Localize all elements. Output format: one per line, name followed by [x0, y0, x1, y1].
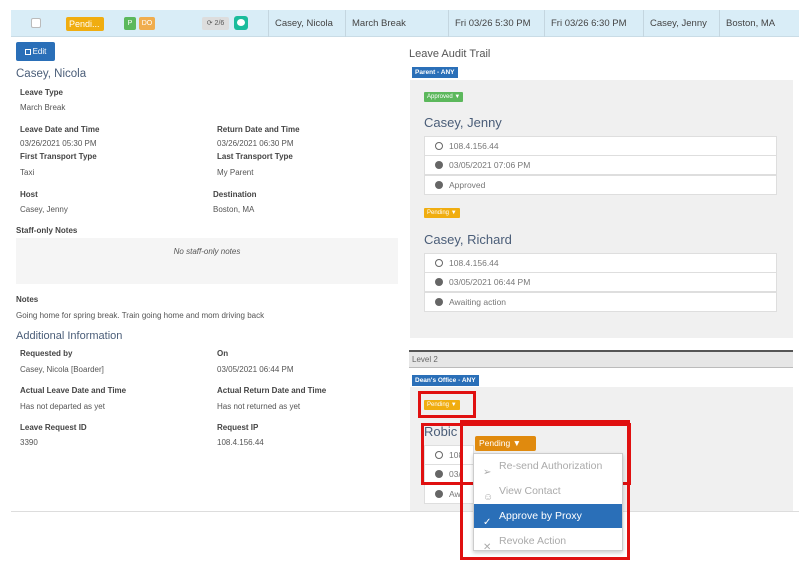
clock-icon — [435, 161, 443, 169]
info-icon — [435, 298, 443, 306]
status-badge[interactable]: Pendi... — [66, 17, 104, 31]
pending-dropdown-button[interactable]: Pending ▼ — [475, 436, 536, 451]
staff-notes-box: No staff-only notes — [16, 238, 398, 284]
caret-down-icon: ▼ — [454, 94, 461, 100]
crosshair-icon — [435, 142, 443, 150]
return-dt-label: Return Date and Time — [217, 125, 300, 134]
first-transport-label: First Transport Type — [20, 152, 97, 161]
last-transport-value: My Parent — [217, 168, 254, 177]
approval-count-badge: ⟳ 2/6 — [202, 17, 229, 30]
approver-name-2: Casey, Richard — [424, 232, 512, 247]
requested-by-label: Requested by — [20, 349, 73, 358]
leave-type-label: Leave Type — [20, 88, 63, 97]
chat-icon[interactable] — [234, 16, 248, 30]
menu-item-resend-authorization[interactable]: ➢ Re-send Authorization — [474, 454, 622, 478]
ip-row-1: 108.4.156.44 — [424, 136, 777, 156]
actual-return-value: Has not returned as yet — [217, 402, 301, 411]
status-action-menu: ➢ Re-send Authorization ☺ View Contact ✓ Ap… — [473, 453, 623, 553]
bottom-divider — [11, 511, 799, 512]
close-icon: ✕ — [483, 542, 492, 553]
menu-item-label: View Contact — [499, 485, 561, 497]
destination-value: Boston, MA — [213, 205, 255, 214]
info-icon — [435, 181, 443, 189]
staff-notes-empty: No staff-only notes — [173, 247, 241, 256]
approved-status-label: Approved — [427, 94, 453, 100]
caret-down-icon: ▼ — [450, 210, 457, 216]
notes-value: Going home for spring break. Train going… — [16, 311, 265, 320]
refresh-icon: ⟳ — [206, 20, 213, 27]
highlight-pending-badge — [418, 391, 476, 418]
tag-p-badge: P — [124, 17, 136, 30]
pending-status-label-2: Pending — [427, 210, 450, 216]
host-label: Host — [20, 190, 38, 199]
staff-notes-label: Staff-only Notes — [16, 226, 78, 235]
caret-down-icon: ▼ — [512, 438, 521, 448]
on-value: 03/05/2021 06:44 PM — [217, 365, 294, 374]
request-ip-label: Request IP — [217, 423, 259, 432]
row-checkbox[interactable] — [31, 18, 41, 28]
cell-leave-type: March Break — [345, 10, 448, 37]
first-transport-value: Taxi — [20, 168, 35, 177]
ip-row-2: 108.4.156.44 — [424, 253, 777, 273]
menu-item-approve-by-proxy[interactable]: ✓ Approve by Proxy — [474, 504, 622, 528]
approver-name-1: Casey, Jenny — [424, 115, 502, 130]
requested-by-value: Casey, Nicola [Boarder] — [20, 365, 104, 374]
request-ip-value: 108.4.156.44 — [217, 438, 264, 447]
actual-return-label: Actual Return Date and Time — [217, 386, 327, 395]
edit-label: Edit — [32, 47, 47, 56]
approval-count: 2/6 — [214, 20, 225, 27]
additional-info-title: Additional Information — [16, 330, 123, 342]
dean-role-tag: Dean's Office - ANY — [412, 375, 479, 386]
audit-trail-title: Leave Audit Trail — [409, 48, 491, 60]
parent-role-tag: Parent - ANY — [412, 67, 458, 78]
leave-type-value: March Break — [20, 103, 66, 112]
state-row-2: Awaiting action — [424, 292, 777, 312]
time-value-1: 03/05/2021 07:06 PM — [449, 160, 531, 170]
time-value-2: 03/05/2021 06:44 PM — [449, 277, 531, 287]
info-icon — [435, 490, 443, 498]
menu-item-label: Revoke Action — [499, 535, 567, 547]
menu-item-label: Re-send Authorization — [499, 460, 603, 472]
ip-value-2: 108.4.156.44 — [449, 258, 499, 268]
destination-label: Destination — [213, 190, 257, 199]
last-transport-label: Last Transport Type — [217, 152, 293, 161]
host-value: Casey, Jenny — [20, 205, 68, 214]
dropdown-button-label: Pending — [479, 438, 511, 448]
crosshair-icon — [435, 259, 443, 267]
actual-leave-value: Has not departed as yet — [20, 402, 105, 411]
menu-item-revoke-action[interactable]: ✕ Revoke Action — [474, 529, 622, 553]
state-value-3: Aw — [449, 489, 461, 499]
approved-status-dropdown[interactable]: Approved ▼ — [424, 92, 464, 102]
tag-do-badge: DO — [139, 17, 155, 30]
time-row-1: 03/05/2021 07:06 PM — [424, 155, 777, 175]
state-value-2: Awaiting action — [449, 297, 507, 307]
actual-leave-label: Actual Leave Date and Time — [20, 386, 127, 395]
edit-button[interactable]: Edit — [16, 42, 55, 61]
pending-status-dropdown-2[interactable]: Pending ▼ — [424, 208, 460, 218]
time-row-2: 03/05/2021 06:44 PM — [424, 272, 777, 292]
leave-request-row[interactable]: Pendi... P DO ⟳ 2/6 Casey, Nicola March … — [11, 10, 799, 37]
cell-return-date: Fri 03/26 6:30 PM — [544, 10, 643, 37]
request-id-label: Leave Request ID — [20, 423, 87, 432]
leave-dt-value: 03/26/2021 05:30 PM — [20, 139, 97, 148]
leave-dt-label: Leave Date and Time — [20, 125, 100, 134]
student-name: Casey, Nicola — [16, 68, 87, 80]
clock-icon — [435, 278, 443, 286]
return-dt-value: 03/26/2021 06:30 PM — [217, 139, 294, 148]
request-id-value: 3390 — [20, 438, 38, 447]
cell-host: Casey, Jenny — [643, 10, 719, 37]
state-row-1: Approved — [424, 175, 777, 195]
cell-student: Casey, Nicola — [268, 10, 345, 37]
cell-leave-date: Fri 03/26 5:30 PM — [448, 10, 544, 37]
cell-destination: Boston, MA — [719, 10, 799, 37]
level-2-bar: Level 2 — [409, 350, 793, 368]
ip-value-1: 108.4.156.44 — [449, 141, 499, 151]
on-label: On — [217, 349, 229, 358]
notes-label: Notes — [16, 295, 39, 304]
state-value-1: Approved — [449, 180, 486, 190]
menu-item-label: Approve by Proxy — [499, 510, 582, 522]
edit-icon — [24, 49, 31, 55]
menu-item-view-contact[interactable]: ☺ View Contact — [474, 479, 622, 503]
